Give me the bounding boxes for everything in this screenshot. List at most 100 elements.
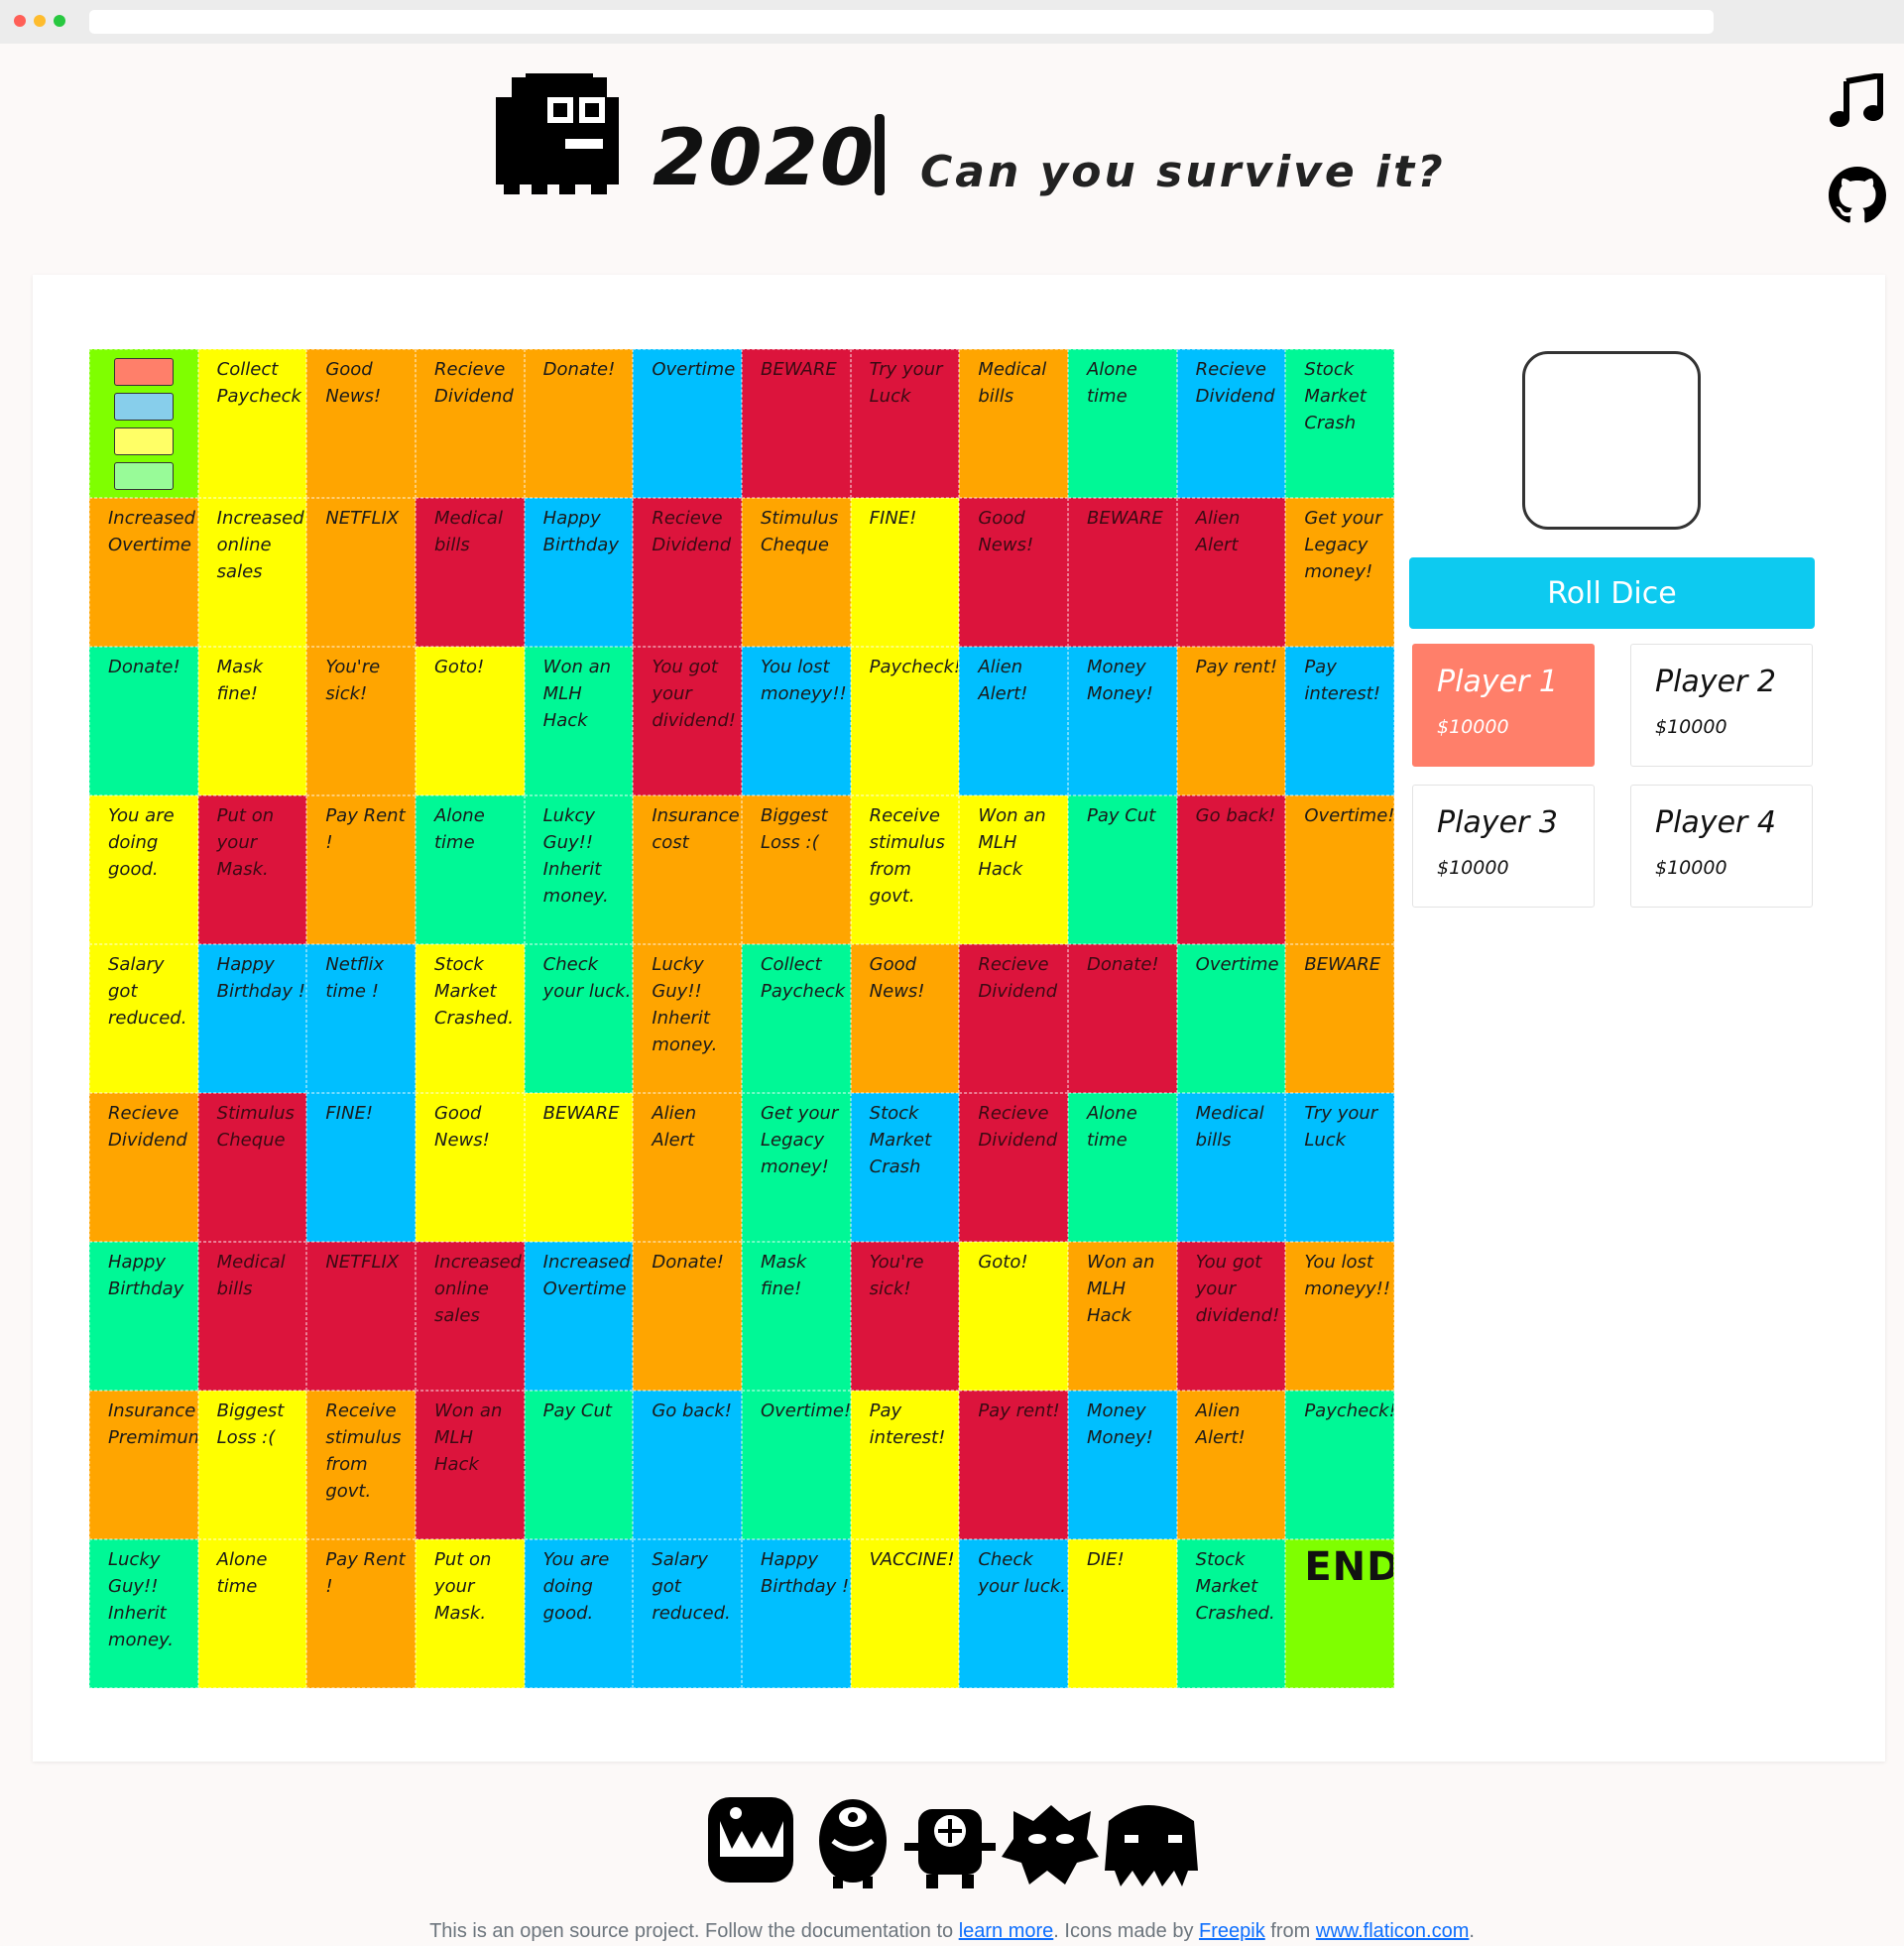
board-cell: Pay interest! — [1285, 647, 1394, 795]
board-cell: Goto! — [959, 1242, 1068, 1391]
footer-monsters — [706, 1791, 1202, 1890]
player-name: Player 4 — [1655, 805, 1776, 840]
cell-label: Get your Legacy money! — [760, 1103, 839, 1177]
cell-label: Alone time — [216, 1549, 268, 1597]
cell-label: Overtime — [652, 359, 736, 380]
cell-label: Paycheck! — [1304, 1400, 1394, 1421]
board-cell: Alone time — [1067, 349, 1177, 498]
player-name: Player 1 — [1437, 665, 1558, 699]
board-cell: Mask fine! — [197, 647, 307, 795]
board-cell: Alien Alert — [633, 1093, 742, 1242]
board-cell: Try your Luck — [1285, 1093, 1394, 1242]
board-cell: Won an MLH Hack — [959, 795, 1068, 944]
board-cell: Donate! — [633, 1242, 742, 1391]
cell-label: Put on your Mask. — [433, 1549, 492, 1624]
cell-label: Overtime! — [760, 1400, 851, 1421]
app-subtitle: Can you survive it? — [920, 147, 1446, 197]
cell-label: Biggest Loss :( — [216, 1400, 285, 1448]
board-cell: You lost moneyy!! — [741, 647, 851, 795]
cell-label: Pay Rent ! — [325, 805, 406, 853]
board-cell: Medical bills — [1176, 1093, 1286, 1242]
player-card-2[interactable]: Player 2 $10000 — [1630, 644, 1813, 767]
cell-label: VACCINE! — [869, 1549, 955, 1570]
freepik-link[interactable]: Freepik — [1199, 1920, 1265, 1942]
player-money: $10000 — [1437, 716, 1509, 738]
cell-label: Stimulus Cheque — [760, 508, 839, 555]
board-cell: Happy Birthday — [524, 498, 634, 647]
board-cell: Get your Legacy money! — [741, 1093, 851, 1242]
cell-label: Recieve Dividend — [978, 1103, 1058, 1151]
address-bar[interactable] — [89, 10, 1714, 34]
game-board: Collect Paycheck Good News! Recieve Divide… — [89, 349, 1394, 1688]
player-card-1[interactable]: Player 1 $10000 — [1412, 644, 1595, 767]
board-cell: Stock Market Crash — [1285, 349, 1394, 498]
minimize-window-dot[interactable] — [34, 15, 46, 27]
board-cell: Pay Cut — [524, 1391, 634, 1539]
board-cell: Recieve Dividend — [959, 944, 1068, 1093]
cell-label: Medical bills — [216, 1252, 286, 1299]
board-cell: Medical bills — [959, 349, 1068, 498]
player-card-4[interactable]: Player 4 $10000 — [1630, 785, 1813, 908]
board-cell: Salary got reduced. — [89, 944, 198, 1093]
board-cell: Lucky Guy!! Inherit money. — [89, 1539, 198, 1688]
close-window-dot[interactable] — [14, 15, 26, 27]
monster-4-icon — [1002, 1805, 1099, 1885]
board-cell: Increased online sales — [197, 498, 307, 647]
board-cell: Insurance cost — [633, 795, 742, 944]
learn-more-link[interactable]: learn more — [959, 1920, 1054, 1942]
cell-label: Donate! — [542, 359, 616, 380]
cell-label: Recieve Dividend — [1195, 359, 1275, 407]
board-cell: Overtime — [633, 349, 742, 498]
player-card-3[interactable]: Player 3 $10000 — [1412, 785, 1595, 908]
cell-label: Collect Paycheck — [216, 359, 301, 407]
player-name: Player 2 — [1655, 665, 1776, 699]
board-cell: Stock Market Crash — [850, 1093, 960, 1242]
board-cell: Happy Birthday — [89, 1242, 198, 1391]
board-cell: Lucky Guy!! Inherit money. — [633, 944, 742, 1093]
flaticon-link[interactable]: www.flaticon.com — [1316, 1920, 1470, 1942]
board-cell: NETFLIX — [306, 498, 416, 647]
cell-label: Stock Market Crash — [1304, 359, 1367, 433]
monster-2-icon — [819, 1799, 887, 1888]
board-cell: VACCINE! — [850, 1539, 960, 1688]
cell-label: NETFLIX — [325, 1252, 400, 1273]
cell-label: Increased online sales — [216, 508, 304, 582]
board-cell: Overtime! — [741, 1391, 851, 1539]
cell-label: Netflix time ! — [325, 954, 385, 1002]
cell-label: You lost moneyy!! — [760, 657, 847, 704]
github-icon[interactable] — [1829, 167, 1886, 228]
board-cell: Paycheck! — [850, 647, 960, 795]
board-cell: Biggest Loss :( — [197, 1391, 307, 1539]
browser-chrome — [0, 0, 1904, 44]
app-title: 2020 — [653, 114, 877, 203]
maximize-window-dot[interactable] — [54, 15, 65, 27]
cell-label: Increased Overtime — [108, 508, 195, 555]
cell-label: Medical bills — [433, 508, 503, 555]
footer-text: . — [1469, 1920, 1475, 1942]
board-cell: Increased online sales — [415, 1242, 525, 1391]
board-cell: Paycheck! — [1285, 1391, 1394, 1539]
player-token-3 — [114, 427, 174, 455]
music-note-icon[interactable] — [1829, 71, 1884, 133]
board-cell: BEWARE — [741, 349, 851, 498]
cell-label: Stock Market Crash — [869, 1103, 932, 1177]
board-cell: BEWARE — [1285, 944, 1394, 1093]
board-cell: Overtime — [1176, 944, 1286, 1093]
dice-display — [1522, 351, 1701, 530]
cell-label: Go back! — [1195, 805, 1276, 826]
cell-label: Alone time — [433, 805, 485, 853]
cell-label: Good News! — [433, 1103, 490, 1151]
cell-label: Collect Paycheck — [760, 954, 846, 1002]
board-cell: Alien Alert! — [1176, 1391, 1286, 1539]
monster-1-icon — [708, 1797, 793, 1883]
player-token-4 — [114, 462, 174, 490]
cell-label: Overtime! — [1304, 805, 1394, 826]
board-cell: Donate! — [524, 349, 634, 498]
board-cell: Pay Rent ! — [306, 795, 416, 944]
cell-label: Donate! — [1086, 954, 1159, 975]
cell-label: Good News! — [869, 954, 925, 1002]
cell-label: Recieve Dividend — [652, 508, 732, 555]
player-tokens — [114, 358, 174, 497]
roll-dice-button[interactable]: Roll Dice — [1409, 557, 1815, 629]
cell-label: Medical bills — [1195, 1103, 1264, 1151]
